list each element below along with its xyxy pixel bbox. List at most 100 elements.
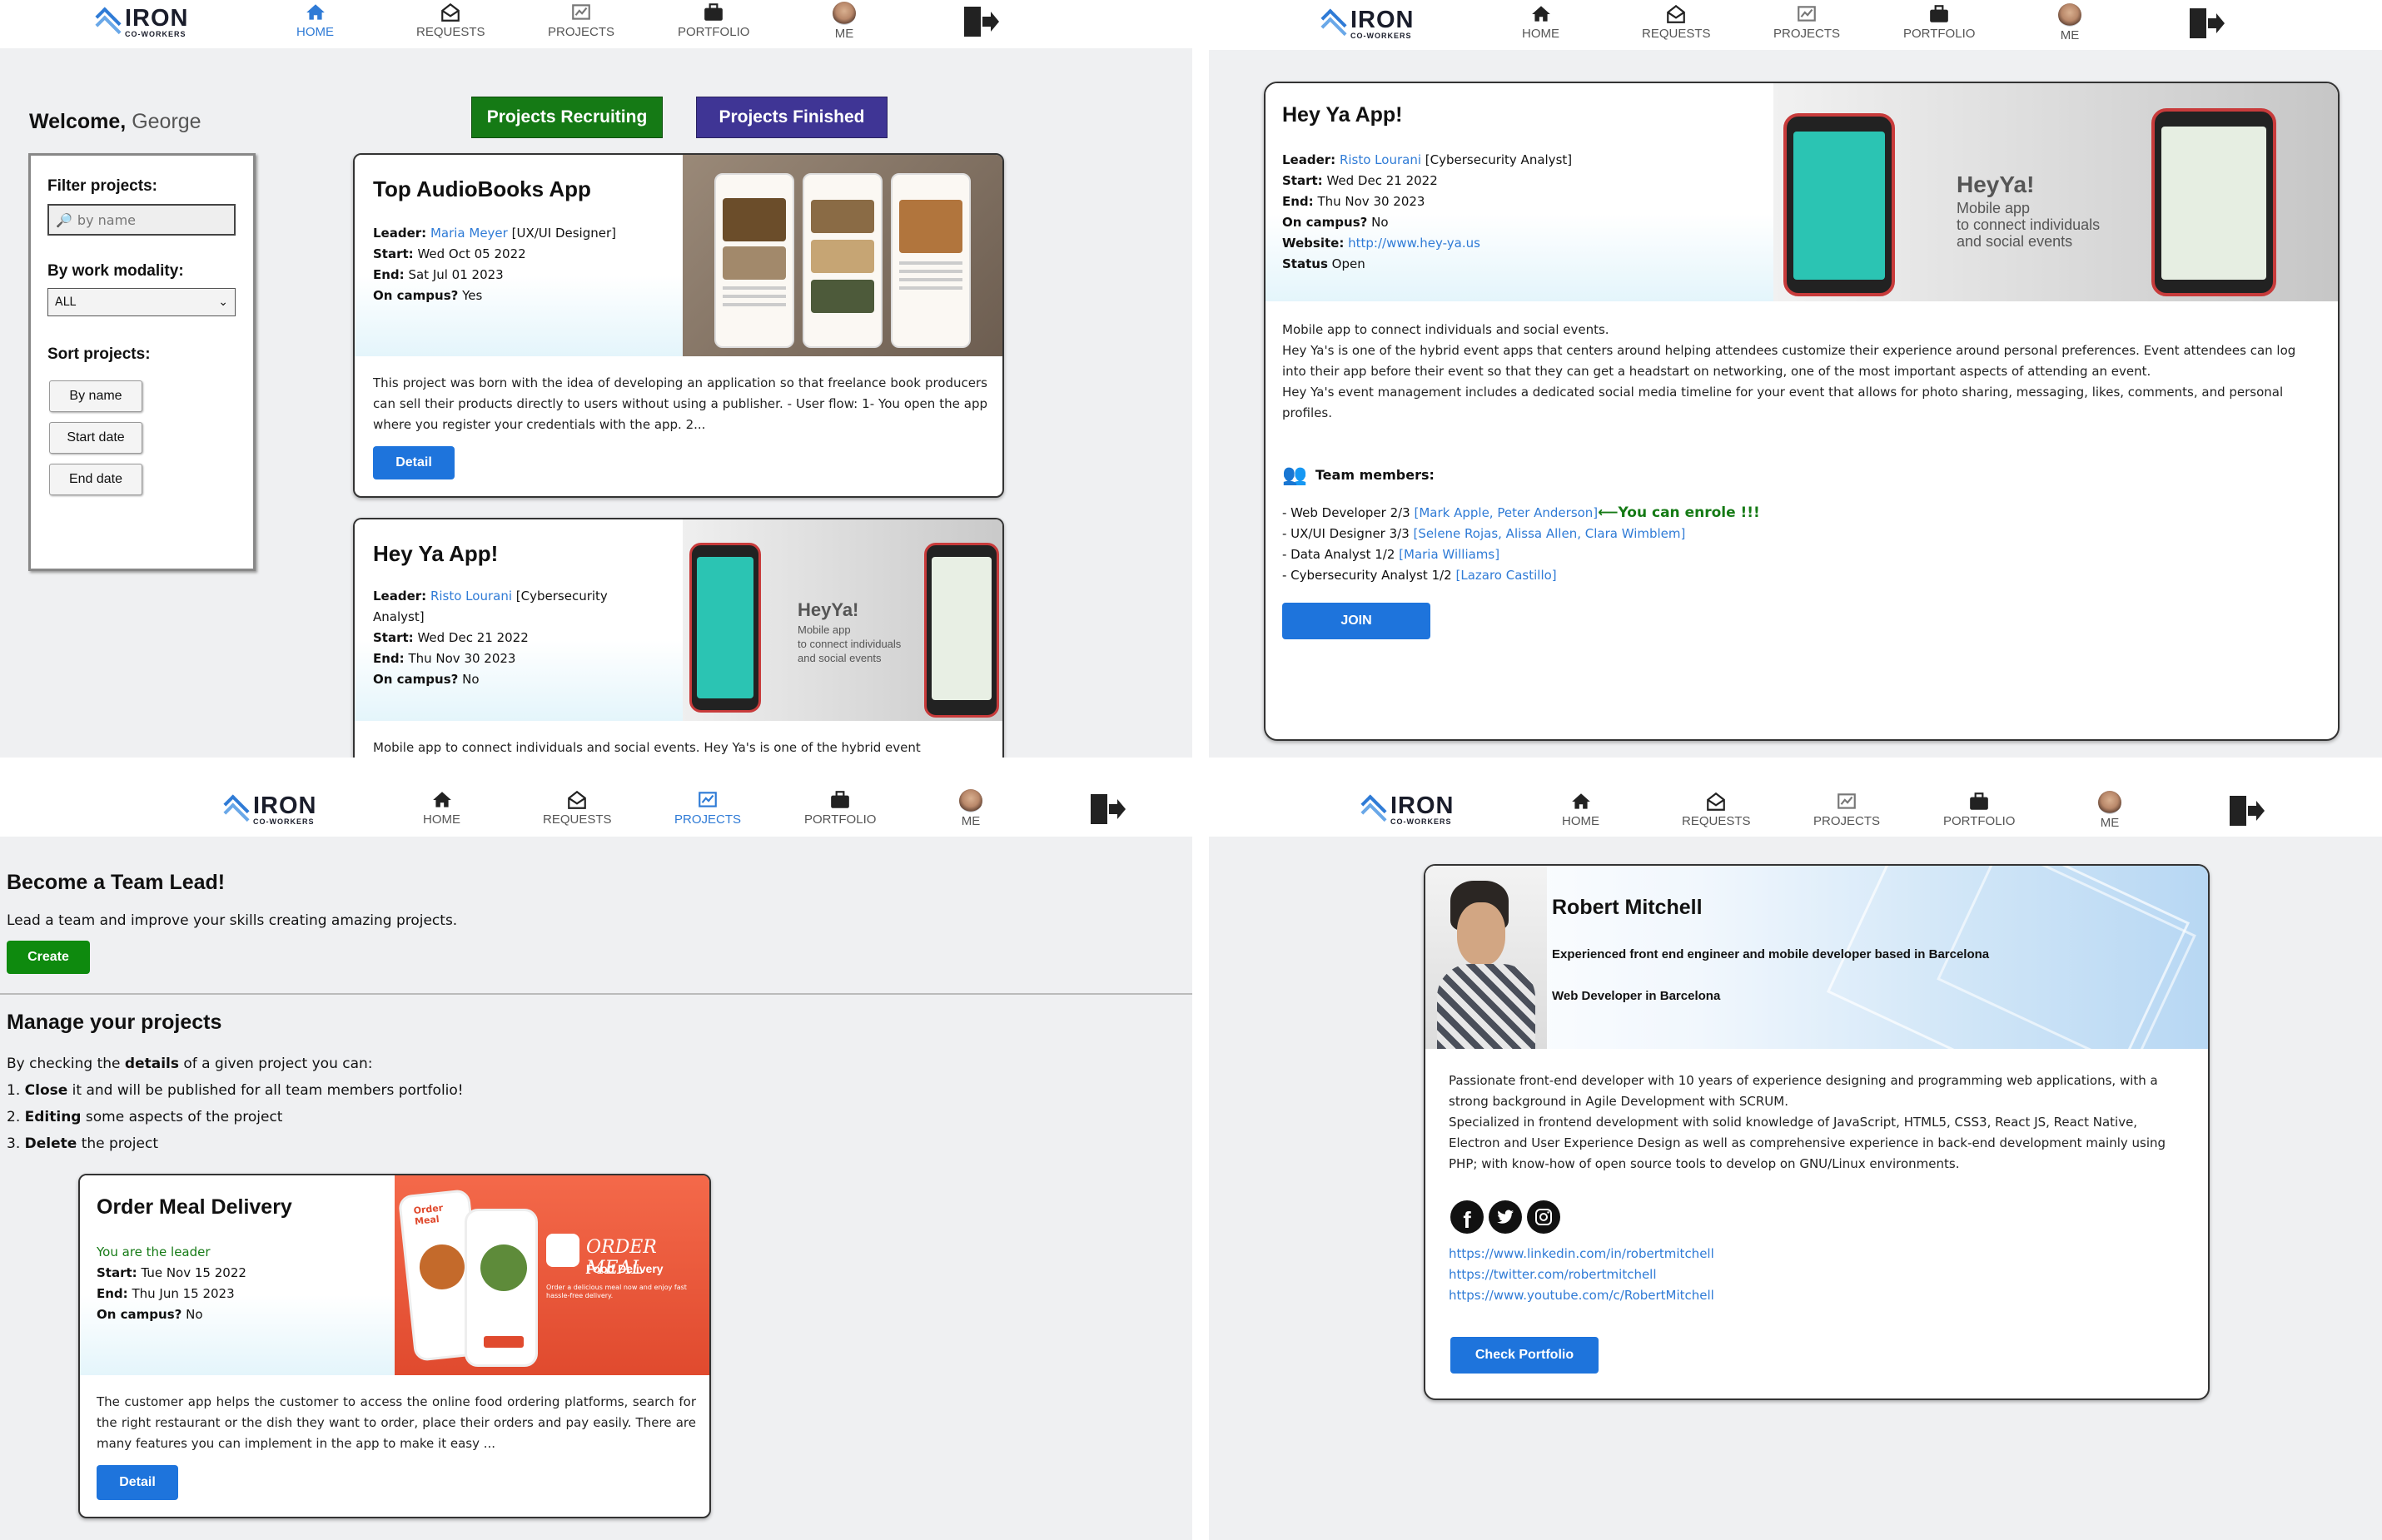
nav-projects[interactable]: PROJECTS [548, 2, 614, 39]
briefcase-icon [704, 3, 724, 21]
phone-mockup [803, 173, 883, 348]
team-list: - Web Developer 2/3 [Mark Apple, Peter A… [1282, 503, 1760, 586]
status-label: Status [1282, 256, 1328, 271]
phone-mockup [891, 173, 971, 348]
detail-button[interactable]: Detail [97, 1465, 178, 1500]
nav-requests[interactable]: REQUESTS [1642, 3, 1711, 41]
facebook-icon[interactable]: f [1450, 1200, 1484, 1234]
nav-home[interactable]: HOME [423, 789, 460, 827]
nav-me[interactable]: ME [2058, 3, 2081, 42]
phone-mockup [924, 543, 999, 718]
image-logo: Order Meal [413, 1202, 444, 1228]
nav-home[interactable]: HOME [296, 2, 334, 39]
logout-icon[interactable] [2188, 7, 2225, 43]
search-icon: 🔎 [56, 211, 72, 228]
team-role: - Data Analyst 1/2 [1282, 547, 1395, 562]
avatar [833, 2, 856, 25]
nav-me-label: ME [2100, 816, 2120, 830]
leader-link[interactable]: Risto Lourani [1340, 152, 1421, 167]
nav-projects[interactable]: PROJECTS [1773, 3, 1840, 41]
logo[interactable]: IRON CO-WORKERS [1319, 8, 1415, 40]
check-portfolio-button[interactable]: Check Portfolio [1450, 1337, 1599, 1374]
team-members[interactable]: [Mark Apple, Peter Anderson] [1415, 505, 1599, 520]
projects-finished-button[interactable]: Projects Finished [696, 97, 888, 138]
nav-requests[interactable]: REQUESTS [1682, 791, 1751, 828]
detail-button[interactable]: Detail [373, 446, 455, 479]
welcome-name: George [132, 110, 201, 133]
sort-by-name-button[interactable]: By name [49, 380, 142, 412]
nav-requests[interactable]: REQUESTS [543, 789, 612, 827]
instagram-icon[interactable] [1527, 1200, 1560, 1234]
logo-subtext: CO-WORKERS [1350, 32, 1412, 40]
briefcase-icon [1930, 5, 1949, 22]
project-info: Hey Ya App! Leader: Risto Lourani [Cyber… [1266, 83, 1773, 301]
join-button[interactable]: JOIN [1282, 603, 1430, 639]
projects-recruiting-button[interactable]: Projects Recruiting [471, 97, 663, 138]
manage-projects-screen: IRON CO-WORKERS HOME REQUESTS PROJECTS PO… [0, 758, 1192, 1540]
sort-start-date-button[interactable]: Start date [49, 422, 142, 454]
bio-line: Passionate front-end developer with 10 y… [1449, 1073, 2158, 1109]
youtube-link[interactable]: https://www.youtube.com/c/RobertMitchell [1449, 1285, 1714, 1306]
end-date: Sat Jul 01 2023 [408, 267, 504, 282]
leader-link[interactable]: Risto Lourani [430, 589, 512, 604]
logout-icon[interactable] [962, 5, 999, 42]
sort-end-date-button[interactable]: End date [49, 464, 142, 495]
modality-select[interactable]: ALL ⌄ [47, 288, 236, 316]
nav-portfolio[interactable]: PORTFOLIO [678, 2, 749, 39]
logout-icon[interactable] [2228, 794, 2265, 831]
nav-home[interactable]: HOME [1522, 3, 1559, 41]
social-icons: f [1450, 1200, 1560, 1234]
profile-card: Robert Mitchell Experienced front end en… [1424, 864, 2210, 1400]
twitter-link[interactable]: https://twitter.com/robertmitchell [1449, 1264, 1714, 1285]
campus-value: No [462, 672, 480, 687]
home-icon [306, 4, 325, 20]
nav-projects[interactable]: PROJECTS [1813, 791, 1880, 828]
mail-icon [1667, 4, 1686, 23]
nav-portfolio[interactable]: PORTFOLIO [1903, 3, 1975, 41]
search-input[interactable]: 🔎 by name [47, 204, 236, 236]
team-members[interactable]: [Maria Williams] [1399, 547, 1499, 562]
team-row: - Data Analyst 1/2 [Maria Williams] [1282, 544, 1760, 565]
logo[interactable]: IRON CO-WORKERS [1359, 794, 1455, 826]
profile-role: Web Developer in Barcelona [1552, 989, 1721, 1003]
nav-me[interactable]: ME [833, 2, 856, 41]
team-members[interactable]: [Lazaro Castillo] [1456, 568, 1557, 583]
nav-requests-label: REQUESTS [1642, 27, 1711, 41]
phone-mockup [714, 173, 794, 348]
welcome-heading: Welcome, George [29, 110, 201, 134]
team-members[interactable]: [Selene Rojas, Alissa Allen, Clara Wimbl… [1414, 526, 1686, 541]
linkedin-link[interactable]: https://www.linkedin.com/in/robertmitche… [1449, 1244, 1714, 1264]
image-brand: HeyYa! [1957, 171, 2035, 197]
twitter-icon[interactable] [1489, 1200, 1522, 1234]
nav-requests-label: REQUESTS [1682, 814, 1751, 828]
team-row: - Cybersecurity Analyst 1/2 [Lazaro Cast… [1282, 565, 1760, 586]
nav-projects[interactable]: PROJECTS [674, 789, 741, 827]
step-item: 2. Editing some aspects of the project [7, 1109, 283, 1125]
project-description: The customer app helps the customer to a… [97, 1394, 696, 1451]
nav-portfolio-label: PORTFOLIO [1943, 814, 2016, 828]
home-screen: IRON CO-WORKERS HOME REQUESTS PROJECTS PO… [0, 0, 1192, 758]
campus-label: On campus? [373, 672, 459, 687]
leader-role: [UX/UI Designer] [511, 226, 616, 241]
team-role: - Web Developer 2/3 [1282, 505, 1410, 520]
logo[interactable]: IRON CO-WORKERS [221, 794, 317, 826]
logout-icon[interactable] [1089, 792, 1126, 829]
logo[interactable]: IRON CO-WORKERS [93, 7, 189, 38]
leader-role: [Cybersecurity Analyst] [1425, 152, 1573, 167]
leader-link[interactable]: Maria Meyer [430, 226, 508, 241]
home-icon [432, 792, 451, 807]
nav-requests[interactable]: REQUESTS [416, 2, 485, 39]
create-button[interactable]: Create [7, 941, 90, 974]
nav-home-label: HOME [1522, 27, 1559, 41]
nav-me[interactable]: ME [959, 789, 982, 828]
nav-home-label: HOME [423, 812, 460, 827]
campus-label: On campus? [1282, 215, 1368, 230]
project-meta: Leader: Risto Lourani [Cybersecurity Ana… [373, 586, 623, 690]
nav-home[interactable]: HOME [1562, 791, 1599, 828]
website-link[interactable]: http://www.hey-ya.us [1348, 236, 1480, 251]
nav-me[interactable]: ME [2098, 791, 2121, 830]
avatar [2058, 3, 2081, 27]
nav-portfolio[interactable]: PORTFOLIO [804, 789, 876, 827]
nav-portfolio[interactable]: PORTFOLIO [1943, 791, 2015, 828]
project-meta: You are the leader Start: Tue Nov 15 202… [97, 1242, 246, 1325]
